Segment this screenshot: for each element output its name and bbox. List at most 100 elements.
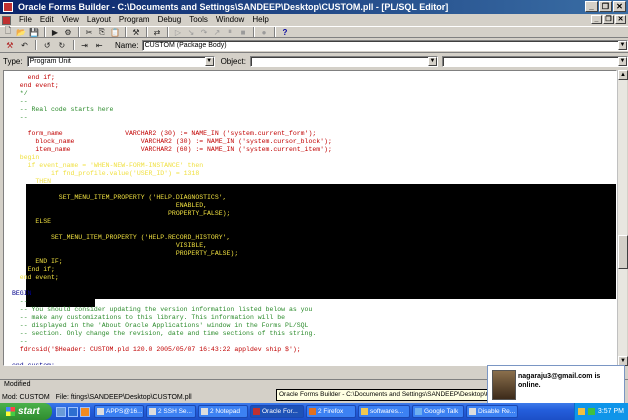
outdent-icon[interactable]: ⇤ [92, 40, 106, 51]
code-line: SET_MENU_ITEM_PROPERTY ('HELP.RECORD_HIS… [12, 234, 231, 241]
code-line: begin [12, 154, 40, 161]
close-button[interactable]: ✕ [613, 1, 626, 12]
media-icon[interactable] [80, 406, 90, 417]
type-select-value: Program Unit [29, 58, 71, 65]
taskbar: start APPS@16... 2 SSH Se... 2 Notepad O… [0, 403, 628, 420]
menu-view[interactable]: View [58, 14, 83, 26]
undo-icon[interactable]: ↺ [40, 40, 54, 51]
start-button[interactable]: start [0, 403, 52, 420]
code-editor[interactable]: end if; end event; */ -- -- Real code st… [3, 70, 617, 366]
show-desktop-icon[interactable] [56, 406, 66, 417]
object-select[interactable]: ▼ [249, 56, 438, 67]
new-icon[interactable]: 🗋 [2, 26, 14, 38]
clock: 3:57 PM [597, 408, 624, 415]
tray-icon[interactable] [577, 408, 585, 415]
step-out-icon[interactable]: ↗ [211, 27, 223, 38]
menu-layout[interactable]: Layout [83, 14, 115, 26]
notification-message: nagaraju3@gmail.com is online. [518, 373, 601, 389]
revert-icon[interactable]: ↶ [18, 40, 32, 51]
type-select[interactable]: Program Unit ▼ [26, 56, 215, 67]
code-line: end event; [12, 82, 59, 89]
menu-help[interactable]: Help [248, 14, 272, 26]
menu-bar: File Edit View Layout Program Debug Tool… [0, 14, 628, 26]
pause-icon[interactable]: ⏸ [224, 27, 236, 38]
name-select[interactable]: CUSTOM (Package Body) ▼ [141, 39, 628, 51]
plsql-editor: ⚒ ↶ ↺ ↻ ⇥ ⇤ Name: CUSTOM (Package Body) … [0, 38, 628, 370]
mdi-close-button[interactable]: ✕ [615, 15, 626, 24]
scroll-thumb[interactable] [618, 235, 628, 269]
run-icon[interactable]: ▶ [49, 27, 61, 38]
window-icon [469, 408, 476, 415]
code-line: -- make any customizations to this libra… [12, 314, 286, 321]
save-icon[interactable]: 💾 [28, 27, 40, 38]
browser-icon[interactable] [68, 406, 78, 417]
code-line: ENABLED, [12, 202, 208, 209]
menu-program[interactable]: Program [115, 14, 154, 26]
code-line: SET_MENU_ITEM_PROPERTY ('HELP.DIAGNOSTIC… [12, 194, 227, 201]
code-line: if fnd_profile.value('USER_ID') = 1318 [12, 170, 200, 177]
toolbar-separator [167, 27, 169, 37]
taskbar-item[interactable]: 2 SSH Se... [146, 405, 196, 418]
system-tray: 3:57 PM [574, 403, 628, 420]
stop-icon[interactable]: ■ [237, 27, 249, 38]
code-line: end custom; [12, 362, 55, 366]
object-detail-select[interactable]: ▼ [441, 56, 628, 67]
compile-unit-icon[interactable]: ⚒ [3, 40, 17, 51]
scroll-up-icon[interactable]: ▲ [618, 70, 628, 80]
menu-debug[interactable]: Debug [154, 14, 186, 26]
indent-icon[interactable]: ⇥ [78, 40, 92, 51]
window-titlebar[interactable]: Oracle Forms Builder - C:\Documents and … [0, 0, 628, 14]
tray-icon[interactable] [587, 408, 595, 415]
paste-icon[interactable]: 📋 [109, 27, 121, 38]
taskbar-item[interactable]: APPS@16... [94, 405, 144, 418]
chevron-down-icon[interactable]: ▼ [204, 57, 214, 66]
taskbar-item[interactable]: 2 Notepad [198, 405, 248, 418]
help-icon[interactable]: ? [279, 27, 291, 38]
go-icon[interactable]: ▷ [172, 27, 184, 38]
taskbar-item[interactable]: 2 Firefox [306, 405, 356, 418]
open-icon[interactable]: 📂 [15, 27, 27, 38]
chevron-down-icon[interactable]: ▼ [617, 57, 627, 66]
object-label: Object: [220, 57, 246, 66]
mdi-minimize-button[interactable]: _ [591, 15, 602, 24]
taskbar-item[interactable]: Oracle For... [250, 405, 304, 418]
code-line: END IF; [12, 258, 63, 265]
copy-icon[interactable]: ⎘ [96, 27, 108, 38]
toolbar-separator [253, 27, 255, 37]
editor-toolbar: ⚒ ↶ ↺ ↻ ⇥ ⇤ Name: CUSTOM (Package Body) … [0, 38, 628, 53]
menu-tools[interactable]: Tools [185, 14, 212, 26]
cut-icon[interactable]: ✂ [83, 27, 95, 38]
restore-button[interactable]: ❐ [599, 1, 612, 12]
chevron-down-icon[interactable]: ▼ [427, 57, 437, 66]
code-line: -- Real code starts here [12, 106, 114, 113]
chevron-down-icon[interactable]: ▼ [618, 40, 627, 50]
menu-file[interactable]: File [15, 14, 36, 26]
code-line: end if; [12, 74, 55, 81]
menu-window[interactable]: Window [212, 14, 248, 26]
code-line: THEN [12, 178, 52, 185]
step-into-icon[interactable]: ↘ [185, 27, 197, 38]
terminal-icon [149, 408, 156, 415]
vertical-scrollbar[interactable]: ▲ ▼ [617, 70, 628, 366]
editor-typebar: Type: Program Unit ▼ Object: ▼ ▼ [0, 55, 628, 68]
code-line: VISIBLE, [12, 242, 208, 249]
code-line: form_name VARCHAR2 (30) := NAME_IN ('sys… [12, 130, 317, 137]
taskbar-item[interactable]: Google Talk [412, 405, 464, 418]
compile-icon[interactable]: ⚒ [130, 27, 142, 38]
mdi-restore-button[interactable]: ❐ [603, 15, 614, 24]
menu-edit[interactable]: Edit [36, 14, 58, 26]
debug-icon[interactable]: ⚙ [62, 27, 74, 38]
windows-flag-icon [6, 407, 15, 416]
step-over-icon[interactable]: ↷ [198, 27, 210, 38]
toolbar-separator [35, 40, 38, 50]
redo-icon[interactable]: ↻ [55, 40, 69, 51]
taskbar-item[interactable]: Disable Re... [466, 405, 518, 418]
connect-icon[interactable]: ⇄ [151, 27, 163, 38]
breakpoint-icon[interactable]: ● [258, 27, 270, 38]
document-icon[interactable] [2, 15, 11, 25]
minimize-button[interactable]: _ [585, 1, 598, 12]
start-label: start [18, 406, 40, 417]
code-line: item_name VARCHAR2 (60) := NAME_IN ('sys… [12, 146, 332, 153]
taskbar-item[interactable]: softwares... [358, 405, 410, 418]
chat-notification[interactable]: nagaraju3@gmail.com is online. [487, 365, 625, 405]
